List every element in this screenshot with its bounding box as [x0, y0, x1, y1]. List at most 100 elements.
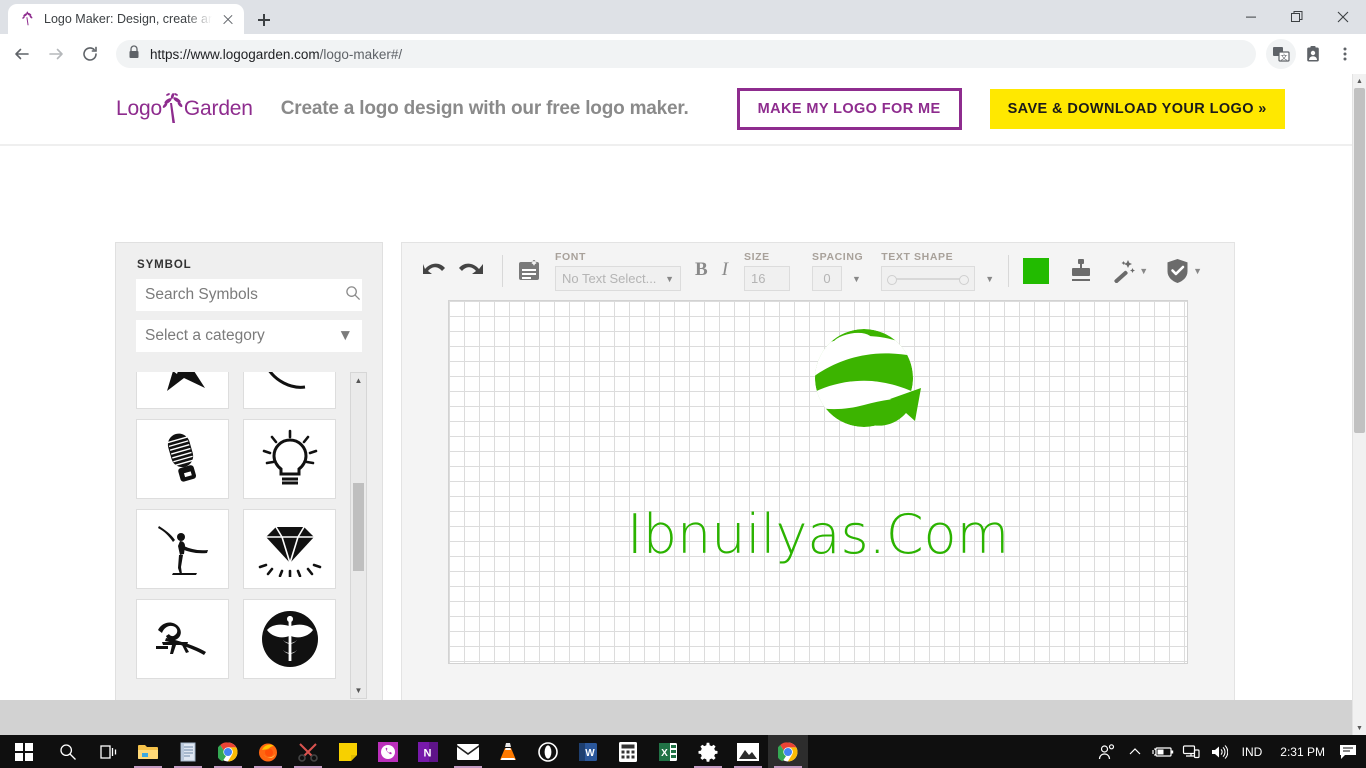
- onenote-icon[interactable]: N: [408, 735, 448, 768]
- vlc-icon[interactable]: [488, 735, 528, 768]
- word-icon[interactable]: W: [568, 735, 608, 768]
- canvas-card: FONT No Text Select... ▼ B I SIZE 16 SPA…: [401, 242, 1235, 735]
- page-scrollbar[interactable]: ▲ ▼: [1352, 74, 1366, 735]
- battery-icon[interactable]: [1149, 735, 1177, 768]
- bold-button[interactable]: B: [695, 259, 708, 281]
- undo-icon[interactable]: [416, 253, 452, 289]
- scrollbar-thumb[interactable]: [353, 483, 364, 571]
- language-indicator[interactable]: IND: [1233, 745, 1272, 759]
- add-text-icon[interactable]: [517, 259, 541, 283]
- brand-text-right: Garden: [183, 97, 253, 120]
- excel-icon[interactable]: X: [648, 735, 688, 768]
- new-tab-button[interactable]: [250, 6, 278, 34]
- snipping-tool-icon[interactable]: [288, 735, 328, 768]
- light-bulb-symbol[interactable]: [243, 419, 336, 499]
- symbol-search[interactable]: [136, 279, 362, 311]
- logogarden-tree-icon: [20, 11, 36, 27]
- forward-button[interactable]: [40, 38, 72, 70]
- browser-tab[interactable]: Logo Maker: Design, create and g: [8, 4, 244, 34]
- shield-icon[interactable]: ▼: [1166, 258, 1202, 284]
- symbol-thumbnail-list: [136, 372, 368, 699]
- lion-head-symbol[interactable]: [243, 372, 336, 409]
- spacing-input[interactable]: 0: [812, 266, 843, 291]
- redo-icon[interactable]: [452, 253, 488, 289]
- size-input[interactable]: 16: [744, 266, 791, 291]
- opera-icon[interactable]: [528, 735, 568, 768]
- chrome-menu-icon[interactable]: [1330, 39, 1360, 69]
- close-window-button[interactable]: [1320, 0, 1366, 34]
- magic-wand-icon[interactable]: ▼: [1111, 259, 1148, 283]
- size-label: SIZE: [744, 251, 770, 263]
- page-scrollbar-thumb[interactable]: [1354, 88, 1365, 433]
- scroll-up-arrow[interactable]: ▲: [351, 373, 366, 388]
- scroll-down-arrow[interactable]: ▼: [351, 683, 366, 698]
- chevron-down-icon: ▼: [665, 273, 674, 284]
- category-select[interactable]: Select a category ▼: [136, 320, 362, 352]
- text-shape-slider[interactable]: [881, 266, 976, 291]
- network-icon[interactable]: [1177, 735, 1205, 768]
- symbol-list-scrollbar[interactable]: ▲ ▼: [350, 372, 367, 699]
- google-chrome-icon[interactable]: [208, 735, 248, 768]
- maximize-button[interactable]: [1274, 0, 1320, 34]
- calculator-icon[interactable]: [608, 735, 648, 768]
- toolbar-actions: 文: [1266, 39, 1360, 69]
- chevron-down-icon[interactable]: ▼: [1193, 266, 1202, 276]
- profile-icon[interactable]: [1298, 39, 1328, 69]
- logogarden-brand[interactable]: Logo Garden: [116, 92, 253, 126]
- save-download-button[interactable]: SAVE & DOWNLOAD YOUR LOGO »: [989, 88, 1285, 130]
- svg-text:文: 文: [1281, 53, 1288, 62]
- green-globe-swirl-arrow-icon[interactable]: [814, 325, 924, 448]
- ballerina-symbol[interactable]: [136, 509, 229, 589]
- search-input[interactable]: [145, 286, 345, 304]
- star-burst-symbol[interactable]: [136, 372, 229, 409]
- address-bar[interactable]: https://www.logogarden.com/logo-maker#/: [116, 40, 1256, 68]
- text-shape-control: TEXT SHAPE ▼: [881, 249, 994, 293]
- page-scroll-up[interactable]: ▲: [1353, 74, 1366, 88]
- reload-button[interactable]: [74, 38, 106, 70]
- size-value: 16: [751, 271, 766, 286]
- gymnast-symbol[interactable]: [136, 599, 229, 679]
- diamond-symbol[interactable]: [243, 509, 336, 589]
- volume-icon[interactable]: [1205, 735, 1233, 768]
- chevron-down-icon[interactable]: ▼: [1139, 266, 1148, 276]
- chevron-up-icon[interactable]: [1121, 735, 1149, 768]
- whatsapp-icon[interactable]: [368, 735, 408, 768]
- caduceus-symbol[interactable]: [243, 599, 336, 679]
- sticky-notes-icon[interactable]: [328, 735, 368, 768]
- color-swatch[interactable]: [1023, 258, 1050, 284]
- search-taskbar-icon[interactable]: [48, 735, 88, 768]
- svg-text:W: W: [585, 748, 595, 759]
- clock[interactable]: 2:31 PM: [1271, 745, 1334, 759]
- make-my-logo-button[interactable]: MAKE MY LOGO FOR ME: [736, 87, 962, 131]
- mail-icon[interactable]: [448, 735, 488, 768]
- settings-icon[interactable]: [688, 735, 728, 768]
- translate-icon[interactable]: 文: [1266, 39, 1296, 69]
- italic-button[interactable]: I: [722, 259, 728, 281]
- notepad-icon[interactable]: [168, 735, 208, 768]
- footer-band: HOW TO VIDEOS: [0, 700, 1352, 735]
- windows-start-icon[interactable]: [0, 735, 48, 768]
- font-select[interactable]: No Text Select... ▼: [555, 266, 681, 291]
- search-icon[interactable]: [345, 285, 361, 306]
- vintage-microphone-symbol[interactable]: [136, 419, 229, 499]
- page-scroll-down[interactable]: ▼: [1353, 721, 1366, 735]
- chrome-active-icon[interactable]: [768, 735, 808, 768]
- back-button[interactable]: [6, 38, 38, 70]
- align-center-icon[interactable]: [1071, 259, 1091, 283]
- text-shape-label: TEXT SHAPE: [881, 251, 954, 263]
- tab-close-icon[interactable]: [220, 11, 236, 27]
- chevron-down-icon[interactable]: ▼: [985, 274, 994, 284]
- task-view-icon[interactable]: [88, 735, 128, 768]
- minimize-button[interactable]: [1228, 0, 1274, 34]
- people-icon[interactable]: [1093, 735, 1121, 768]
- text-style-controls: B I: [695, 259, 728, 283]
- action-center-icon[interactable]: [1334, 735, 1362, 768]
- photos-icon[interactable]: [728, 735, 768, 768]
- logo-canvas[interactable]: Ibnuilyas.Com: [448, 300, 1188, 664]
- site-tagline: Create a logo design with our free logo …: [280, 98, 689, 119]
- logo-text[interactable]: Ibnuilyas.Com: [627, 503, 1009, 566]
- file-explorer-icon[interactable]: [128, 735, 168, 768]
- chevron-down-icon[interactable]: ▼: [852, 274, 861, 284]
- firefox-icon[interactable]: [248, 735, 288, 768]
- font-label: FONT: [555, 251, 586, 263]
